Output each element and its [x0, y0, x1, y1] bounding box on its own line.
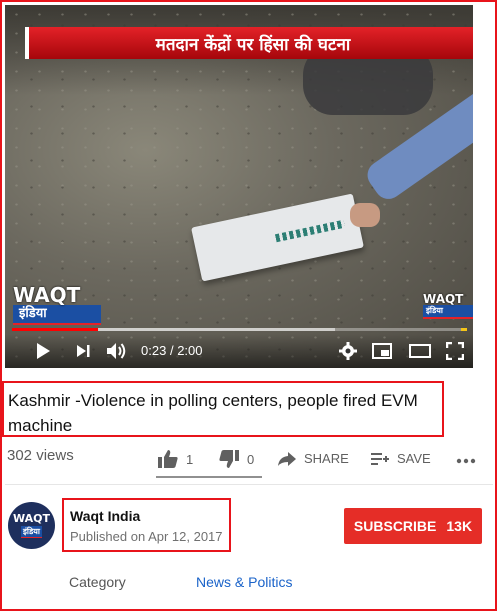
time-display: 0:23 / 2:00 — [141, 343, 203, 358]
more-icon — [456, 458, 476, 464]
duration: 2:00 — [177, 343, 203, 358]
category-label: Category — [69, 574, 126, 590]
share-label: SHARE — [304, 451, 349, 466]
channel-avatar[interactable]: WAQT इंडिया — [8, 502, 55, 549]
view-count: 302 views — [7, 447, 74, 464]
time-separator: / — [169, 343, 174, 358]
player-controls: 0:23 / 2:00 — [5, 334, 473, 368]
progress-end-marker — [461, 328, 467, 331]
category-link[interactable]: News & Politics — [196, 574, 292, 590]
theater-icon — [409, 344, 431, 358]
more-actions-button[interactable] — [456, 452, 484, 466]
dislike-count: 0 — [247, 451, 255, 467]
avatar-sub: इंडिया — [21, 526, 42, 538]
like-dislike-ratio-bar — [156, 476, 262, 478]
like-count: 1 — [186, 451, 194, 467]
like-button[interactable]: 1 — [158, 450, 193, 468]
avatar-word: WAQT — [12, 512, 50, 525]
subscribe-label: SUBSCRIBE — [353, 518, 437, 534]
watermark-word-small: WAQT — [423, 292, 464, 306]
next-button[interactable] — [73, 340, 93, 362]
share-button[interactable]: SHARE — [278, 451, 349, 466]
save-button[interactable]: SAVE — [371, 451, 431, 466]
video-overlay-headline: मतदान केंद्रों पर हिंसा की घटना — [25, 27, 473, 59]
watermark-sub-small: इंडिया — [423, 305, 473, 319]
save-icon — [371, 452, 389, 465]
video-title-highlight: Kashmir -Violence in polling centers, pe… — [2, 381, 444, 437]
channel-info-highlight: Waqt India Published on Apr 12, 2017 — [62, 498, 231, 552]
settings-icon — [339, 342, 357, 360]
channel-watermark-logo-small: WAQT इंडिया — [423, 293, 473, 323]
volume-icon — [107, 343, 126, 359]
watermark-word: WAQT — [13, 283, 81, 307]
play-button[interactable] — [33, 340, 53, 362]
subscriber-count: 13K — [446, 518, 473, 534]
dislike-button[interactable]: 0 — [219, 450, 254, 468]
share-icon — [278, 451, 296, 466]
next-icon — [77, 345, 90, 357]
miniplayer-button[interactable] — [371, 340, 393, 362]
save-label: SAVE — [397, 451, 431, 466]
progress-bar[interactable] — [12, 328, 467, 331]
subscribe-button[interactable]: SUBSCRIBE 13K — [344, 508, 482, 544]
like-icon — [158, 450, 178, 468]
dislike-icon — [219, 450, 239, 468]
video-player[interactable]: मतदान केंद्रों पर हिंसा की घटना WAQT इंड… — [5, 5, 473, 368]
overlay-headline-text: मतदान केंद्रों पर हिंसा की घटना — [155, 34, 351, 55]
channel-name[interactable]: Waqt India — [70, 508, 223, 525]
progress-played — [12, 328, 99, 331]
publish-date: Published on Apr 12, 2017 — [70, 529, 223, 544]
current-time: 0:23 — [141, 343, 167, 358]
settings-button[interactable] — [337, 340, 359, 362]
miniplayer-icon — [372, 343, 392, 359]
watermark-sub: इंडिया — [13, 305, 101, 325]
theater-mode-button[interactable] — [408, 340, 432, 362]
fullscreen-icon — [446, 342, 464, 360]
fullscreen-button[interactable] — [445, 340, 465, 362]
channel-watermark-logo: WAQT इंडिया — [13, 285, 101, 331]
video-title: Kashmir -Violence in polling centers, pe… — [8, 391, 418, 435]
volume-button[interactable] — [105, 340, 129, 362]
play-icon — [37, 343, 50, 359]
section-divider — [5, 484, 493, 485]
